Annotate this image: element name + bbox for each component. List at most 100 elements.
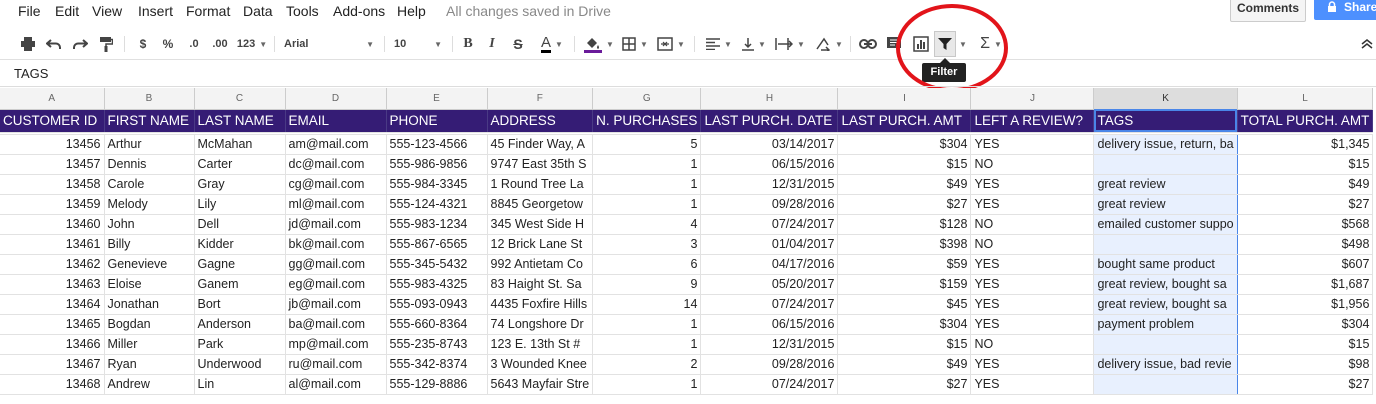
font-size-dropdown[interactable]: 10 ▼ [394, 29, 442, 59]
cell-last-name[interactable]: Kidder [194, 234, 286, 255]
cell-total-purch-amt[interactable]: $1,345 [1237, 134, 1374, 155]
menu-addons[interactable]: Add-ons [333, 3, 385, 19]
cell-n-purchases[interactable]: 14 [592, 294, 702, 315]
cell-email[interactable]: am@mail.com [285, 134, 387, 155]
insert-link-button[interactable] [858, 29, 878, 59]
cell-address[interactable]: 9747 East 35th S [487, 154, 594, 175]
cell-address[interactable]: 5643 Mayfair Stre [487, 374, 594, 395]
currency-button[interactable]: $ [134, 29, 152, 59]
cell-first-name[interactable]: Andrew [104, 374, 195, 395]
cell-last-purch-amt[interactable]: $398 [837, 234, 972, 255]
cell-last-purch-date[interactable]: 07/24/2017 [700, 294, 839, 315]
menu-insert[interactable]: Insert [138, 3, 173, 19]
cell-left-review[interactable]: YES [970, 294, 1095, 315]
cell-customer-id[interactable]: 13466 [0, 334, 105, 355]
cell-last-purch-amt[interactable]: $59 [837, 254, 972, 275]
font-dropdown[interactable]: Arial ▼ [284, 29, 374, 59]
share-button[interactable]: Share [1314, 0, 1376, 20]
cell-total-purch-amt[interactable]: $1,687 [1237, 274, 1374, 295]
cell-last-purch-amt[interactable]: $27 [837, 374, 972, 395]
cell-tags[interactable]: payment problem [1093, 314, 1238, 335]
column-letter-i[interactable]: I [837, 88, 972, 110]
cell-last-purch-amt[interactable]: $15 [837, 154, 972, 175]
cell-left-review[interactable]: YES [970, 174, 1095, 195]
header-total-purch-amt[interactable]: TOTAL PURCH. AMT [1237, 109, 1374, 133]
header-phone[interactable]: PHONE [386, 109, 488, 133]
undo-button[interactable] [44, 29, 64, 59]
cell-n-purchases[interactable]: 4 [592, 214, 702, 235]
cell-last-purch-date[interactable]: 07/24/2017 [700, 214, 839, 235]
cell-n-purchases[interactable]: 2 [592, 354, 702, 375]
cell-customer-id[interactable]: 13467 [0, 354, 105, 375]
cell-address[interactable]: 8845 Georgetow [487, 194, 594, 215]
cell-address[interactable]: 3 Wounded Knee [487, 354, 594, 375]
menu-file[interactable]: File [18, 3, 41, 19]
bold-button[interactable]: B [460, 29, 476, 59]
cell-left-review[interactable]: YES [970, 194, 1095, 215]
column-letter-c[interactable]: C [194, 88, 286, 110]
cell-last-purch-amt[interactable]: $159 [837, 274, 972, 295]
cell-total-purch-amt[interactable]: $607 [1237, 254, 1374, 275]
cell-total-purch-amt[interactable]: $27 [1237, 194, 1374, 215]
cell-email[interactable]: al@mail.com [285, 374, 387, 395]
menu-format[interactable]: Format [186, 3, 230, 19]
cell-last-purch-date[interactable]: 12/31/2015 [700, 174, 839, 195]
header-last-purch-date[interactable]: LAST PURCH. DATE [700, 109, 839, 133]
cell-customer-id[interactable]: 13456 [0, 134, 105, 155]
cell-left-review[interactable]: YES [970, 354, 1095, 375]
menu-tools[interactable]: Tools [286, 3, 319, 19]
column-letter-e[interactable]: E [386, 88, 488, 110]
cell-email[interactable]: dc@mail.com [285, 154, 387, 175]
cell-tags[interactable]: great review [1093, 174, 1238, 195]
cell-first-name[interactable]: Melody [104, 194, 195, 215]
cell-customer-id[interactable]: 13457 [0, 154, 105, 175]
cell-customer-id[interactable]: 13465 [0, 314, 105, 335]
cell-email[interactable]: ru@mail.com [285, 354, 387, 375]
cell-address[interactable]: 83 Haight St. Sa [487, 274, 594, 295]
cell-first-name[interactable]: Bogdan [104, 314, 195, 335]
header-last-purch-amt[interactable]: LAST PURCH. AMT [837, 109, 972, 133]
cell-first-name[interactable]: Arthur [104, 134, 195, 155]
cell-email[interactable]: ba@mail.com [285, 314, 387, 335]
cell-phone[interactable]: 555-345-5432 [386, 254, 488, 275]
column-letter-k[interactable]: K [1093, 88, 1238, 110]
cell-total-purch-amt[interactable]: $568 [1237, 214, 1374, 235]
comments-button[interactable]: Comments [1230, 0, 1306, 22]
cell-n-purchases[interactable]: 1 [592, 334, 702, 355]
decrease-decimal-button[interactable]: .0 [183, 29, 205, 59]
cell-last-name[interactable]: Park [194, 334, 286, 355]
cell-address[interactable]: 992 Antietam Co [487, 254, 594, 275]
cell-tags[interactable] [1093, 234, 1238, 255]
header-last-name[interactable]: LAST NAME [194, 109, 286, 133]
cell-tags[interactable]: bought same product [1093, 254, 1238, 275]
cell-first-name[interactable]: Jonathan [104, 294, 195, 315]
cell-left-review[interactable]: YES [970, 134, 1095, 155]
menu-view[interactable]: View [92, 3, 122, 19]
menu-edit[interactable]: Edit [55, 3, 79, 19]
cell-left-review[interactable]: NO [970, 154, 1095, 175]
cell-n-purchases[interactable]: 1 [592, 174, 702, 195]
cell-tags[interactable] [1093, 374, 1238, 395]
cell-left-review[interactable]: YES [970, 274, 1095, 295]
vertical-align-button[interactable]: ▼ [738, 29, 770, 59]
cell-email[interactable]: cg@mail.com [285, 174, 387, 195]
cell-total-purch-amt[interactable]: $15 [1237, 154, 1374, 175]
cell-first-name[interactable]: Genevieve [104, 254, 195, 275]
cell-n-purchases[interactable]: 3 [592, 234, 702, 255]
percent-button[interactable]: % [158, 29, 178, 59]
cell-customer-id[interactable]: 13461 [0, 234, 105, 255]
cell-customer-id[interactable]: 13459 [0, 194, 105, 215]
cell-email[interactable]: gg@mail.com [285, 254, 387, 275]
cell-address[interactable]: 12 Brick Lane St [487, 234, 594, 255]
cell-total-purch-amt[interactable]: $304 [1237, 314, 1374, 335]
cell-last-purch-date[interactable]: 01/04/2017 [700, 234, 839, 255]
cell-last-purch-amt[interactable]: $49 [837, 174, 972, 195]
cell-tags[interactable]: great review, bought sa [1093, 294, 1238, 315]
cell-n-purchases[interactable]: 5 [592, 134, 702, 155]
cell-phone[interactable]: 555-983-4325 [386, 274, 488, 295]
cell-last-name[interactable]: Anderson [194, 314, 286, 335]
cell-last-name[interactable]: Gagne [194, 254, 286, 275]
cell-left-review[interactable]: NO [970, 234, 1095, 255]
cell-last-purch-date[interactable]: 09/28/2016 [700, 354, 839, 375]
cell-last-name[interactable]: Carter [194, 154, 286, 175]
